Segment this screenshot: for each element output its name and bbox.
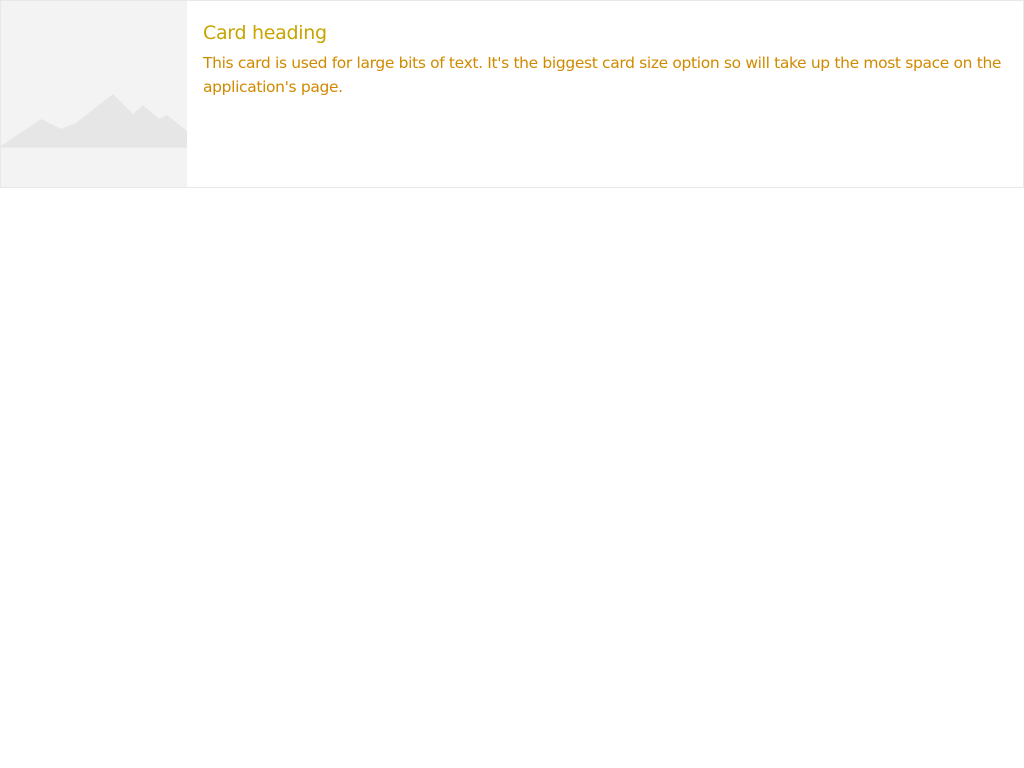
card-text: This card is used for large bits of text… [203,54,1002,96]
card-body: Card heading This card is used for large… [187,1,1023,187]
mountain-placeholder-icon [1,94,187,148]
card: Card heading This card is used for large… [0,0,1024,188]
card-heading: Card heading [203,22,327,44]
card-image [1,1,187,187]
